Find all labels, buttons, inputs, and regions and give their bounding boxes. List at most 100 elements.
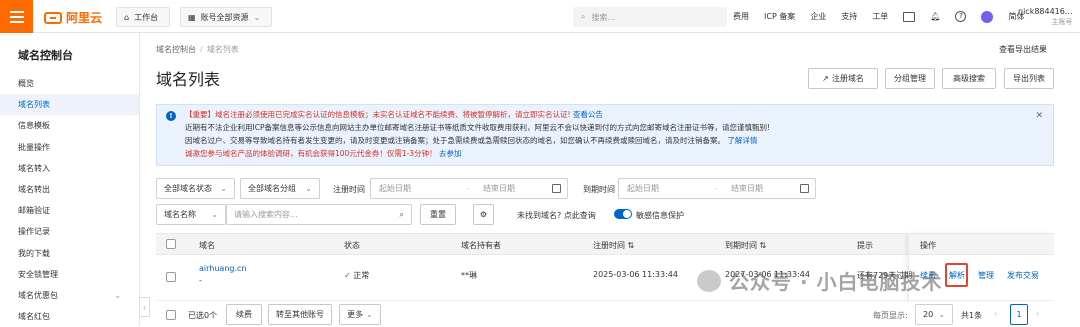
- settings-icon[interactable]: ⚙: [473, 204, 494, 225]
- sidebar-item-security-lock[interactable]: 安全锁管理: [0, 264, 139, 285]
- help-icon[interactable]: ?: [955, 11, 967, 22]
- sidebar: 域名控制台 概览 域名列表 信息模板 批量操作 域名转入 域名转出 邮箱验证 操…: [0, 33, 140, 326]
- workbench-label: 工作台: [134, 12, 159, 22]
- terminal-icon[interactable]: [903, 11, 916, 22]
- account-role: 主账号: [1051, 18, 1073, 26]
- holder-text: **琳: [461, 271, 477, 280]
- top-links: 费用 ICP 备案 企业 支持 工单 🔔︎ ? 简体: [733, 0, 1024, 33]
- prev-page-icon[interactable]: ‹: [994, 309, 997, 318]
- page-size-select[interactable]: 20 ⌄: [915, 304, 953, 325]
- logo-text: 阿里云: [66, 11, 103, 25]
- calendar-icon: [800, 184, 809, 193]
- row-checkbox[interactable]: [166, 272, 176, 282]
- global-search[interactable]: ⌕ 搜索...: [573, 7, 727, 27]
- notice-banner: ! 【重要】域名注册必须使用已完成实名认证的信息模板；未实名认证域名不能续费、将…: [156, 104, 1054, 166]
- register-label: 注册域名: [831, 74, 864, 83]
- menu-icon[interactable]: [0, 0, 33, 33]
- external-link-icon: ↗: [822, 74, 829, 83]
- more-label: 更多: [347, 310, 364, 319]
- sidebar-item-transfer-out[interactable]: 域名转出: [0, 179, 139, 200]
- table-footer: 已选0个 续费 转至其他账号 更多 ⌄ 每页显示: 20 ⌄ 共1条 ‹ 1 ›: [156, 301, 1054, 326]
- sidebar-item-red-packet[interactable]: 域名红包: [0, 306, 139, 327]
- chevron-down-icon: ⌄: [366, 310, 373, 319]
- export-results-link[interactable]: 查看导出结果: [999, 44, 1047, 55]
- sidebar-title: 域名控制台: [18, 49, 73, 62]
- chevron-down-icon: ⌄: [114, 290, 121, 300]
- sidebar-item-domain-list[interactable]: 域名列表: [0, 94, 139, 116]
- breadcrumb-root[interactable]: 域名控制台: [156, 45, 196, 54]
- link-icp[interactable]: ICP 备案: [764, 11, 795, 22]
- sidebar-item-discount-label: 域名优惠包: [18, 290, 58, 300]
- reg-date-range[interactable]: 起始日期 - 结束日期: [370, 178, 568, 199]
- notice-line2: 近期有不法企业利用ICP备案信息等公示信息向网站主办单位邮寄域名注册证书等纸质文…: [185, 123, 770, 132]
- resource-icon: ▦: [188, 12, 196, 22]
- chevron-down-icon: ⌄: [253, 12, 261, 22]
- export-list-button[interactable]: 导出列表: [1004, 68, 1054, 89]
- footer-select-all-checkbox[interactable]: [166, 310, 176, 320]
- sidebar-item-templates[interactable]: 信息模板: [0, 115, 139, 136]
- sidebar-item-overview[interactable]: 概览: [0, 73, 139, 94]
- privacy-label: 敏感信息保护: [636, 211, 684, 220]
- search-field-select[interactable]: 域名名称 ⌄: [156, 204, 226, 225]
- reset-button[interactable]: 重置: [420, 204, 456, 225]
- resource-scope-label: 账号全部资源: [200, 12, 249, 22]
- notice-details-link[interactable]: 了解详情: [727, 136, 757, 145]
- reg-start-date: 起始日期: [379, 184, 411, 193]
- sidebar-item-transfer-in[interactable]: 域名转入: [0, 158, 139, 179]
- highlight-box: [945, 263, 968, 287]
- watermark: 公众号 · 小白电脑技术: [697, 266, 943, 295]
- col-reg-time[interactable]: 注册时间 ⇅: [593, 240, 634, 251]
- close-icon[interactable]: ✕: [1035, 110, 1043, 123]
- col-expire-time[interactable]: 到期时间 ⇅: [725, 240, 766, 251]
- sidebar-item-downloads[interactable]: 我的下载: [0, 243, 139, 264]
- transfer-account-button[interactable]: 转至其他账号: [268, 304, 332, 325]
- chevron-down-icon: ⌄: [305, 184, 312, 193]
- search-icon: ⌕: [581, 12, 586, 21]
- notice-announcement-link[interactable]: 查看公告: [573, 110, 603, 119]
- watermark-text: 公众号 · 小白电脑技术: [729, 270, 943, 294]
- notice-survey-link[interactable]: 去参加: [439, 149, 462, 158]
- privacy-toggle[interactable]: [614, 209, 632, 219]
- page-button[interactable]: 1: [1010, 304, 1028, 325]
- not-found-query-link[interactable]: 未找到域名? 点此查询: [517, 210, 596, 221]
- account-menu[interactable]: nick884416... 主账号: [1018, 6, 1073, 28]
- workbench-button[interactable]: ⌂ 工作台: [116, 7, 170, 27]
- status-filter-select[interactable]: 全部域名状态 ⌄: [156, 178, 235, 199]
- group-filter-select[interactable]: 全部域名分组 ⌄: [240, 178, 320, 199]
- expire-date-range[interactable]: 起始日期 - 结束日期: [618, 178, 816, 199]
- advanced-search-button[interactable]: 高级搜索: [942, 68, 996, 89]
- domain-sub: -: [199, 276, 202, 285]
- selected-count: 已选0个: [188, 311, 218, 320]
- chevron-down-icon: ⌄: [211, 210, 218, 219]
- register-domain-button[interactable]: ↗ 注册域名: [808, 68, 878, 89]
- aliyun-logo[interactable]: 阿里云: [44, 9, 102, 26]
- assistant-icon[interactable]: [981, 10, 994, 23]
- sidebar-item-email-verify[interactable]: 邮箱验证: [0, 200, 139, 221]
- select-all-checkbox[interactable]: [166, 239, 176, 249]
- search-field-label: 域名名称: [164, 210, 196, 219]
- col-domain: 域名: [199, 241, 215, 250]
- col-holder: 域名持有者: [461, 241, 501, 250]
- more-button[interactable]: 更多 ⌄: [339, 304, 381, 325]
- sort-icon: ⇅: [759, 241, 767, 250]
- link-cost[interactable]: 费用: [733, 11, 749, 22]
- sidebar-item-batch[interactable]: 批量操作: [0, 137, 139, 158]
- sidebar-item-op-log[interactable]: 操作记录: [0, 221, 139, 242]
- notice-line4: 诚邀您参与域名产品的体验调研，有机会获得100元代金券！仅需1-3分钟！: [185, 149, 437, 158]
- resource-scope-select[interactable]: ▦ 账号全部资源 ⌄: [180, 7, 272, 27]
- chevron-down-icon: ⌄: [938, 310, 945, 319]
- link-ticket[interactable]: 工单: [872, 11, 888, 22]
- next-page-icon[interactable]: ›: [1036, 309, 1039, 318]
- home-icon: ⌂: [124, 12, 130, 22]
- link-support[interactable]: 支持: [841, 11, 857, 22]
- info-icon: !: [166, 111, 176, 121]
- reg-time-label: 注册时间: [333, 185, 365, 194]
- link-enterprise[interactable]: 企业: [810, 11, 826, 22]
- batch-renew-button[interactable]: 续费: [226, 304, 262, 325]
- breadcrumb: 域名控制台 / 域名列表: [156, 45, 239, 54]
- search-input[interactable]: 请输入搜索内容... ⌕: [226, 204, 412, 225]
- domain-link[interactable]: airhuang.cn: [199, 264, 246, 273]
- group-manage-button[interactable]: 分组管理: [885, 68, 935, 89]
- sidebar-item-discount-pack[interactable]: 域名优惠包 ⌄: [0, 285, 139, 306]
- bell-icon[interactable]: 🔔︎: [930, 12, 940, 21]
